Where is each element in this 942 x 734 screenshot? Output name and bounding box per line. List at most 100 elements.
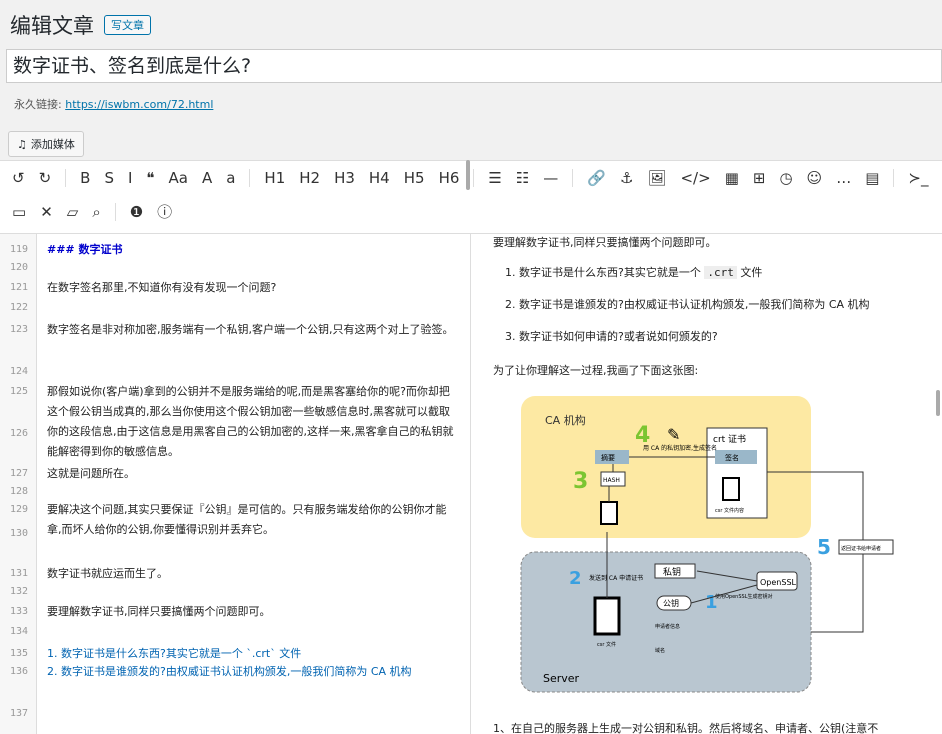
toolbar-button-4-icon[interactable]: ❶ [130,203,143,221]
ca-doc-icon [600,501,618,525]
toolbar-button-7-icon[interactable]: A [202,169,212,187]
toolbar-separator [249,169,251,187]
toolbar-button-28-icon[interactable]: ≻_ [908,169,928,187]
line-number: 121 [9,282,28,293]
editor-line[interactable]: 这就是问题所在。 [47,464,457,484]
toolbar-button-3-icon[interactable]: S [104,169,114,187]
preview-list-text: 文件 [736,266,763,279]
editor-line[interactable]: 要理解数字证书,同样只要搞懂两个问题即可。 [47,602,457,622]
editor-line[interactable]: 1. 数字证书是什么东西?其实它就是一个 `.crt` 文件 [47,644,457,664]
line-number: 137 [9,708,28,719]
send-csr-label: 发送到 CA 申请证书 [589,574,643,582]
toolbar-button-9-icon[interactable]: H1 [264,169,285,187]
certificate-diagram: CA 机构 crt 证书 签名 摘要 HASH 用 CA 的私钥加密,生成签名 … [520,396,894,693]
editor-line[interactable]: ### 数字证书 [47,240,457,260]
toolbar-button-1-icon[interactable]: ✕ [40,203,53,221]
toolbar-button-27-icon[interactable]: ▤ [865,169,879,187]
toolbar-button-1-icon[interactable]: ↻ [39,169,52,187]
preview-scrollbar[interactable] [936,390,940,416]
private-key-label: 私钥 [663,566,681,578]
editor-scrollbar[interactable] [466,160,470,190]
return-label: 返回证书给申请者 [841,545,881,552]
toolbar-button-20-icon[interactable]: 🖼 [647,169,666,187]
line-number: 122 [9,302,28,313]
editor-toolbar: ↺↻BSI❝AaAaH1H2H3H4H5H6☰☷—🔗⚓🖼</>▦⊞◷☺…▤≻_👁… [0,160,942,234]
digest-label: 摘要 [601,453,615,462]
new-post-button[interactable]: 写文章 [104,15,151,35]
page-header: 编辑文章 写文章 [10,10,151,40]
encrypt-note: 用 CA 的私钥加密,生成签名 [643,444,717,452]
toolbar-button-15-icon[interactable]: ☰ [488,169,501,187]
pen-icon: ✎ [667,425,680,444]
csr-content-label: csr 文件内容 [715,507,744,514]
line-number: 120 [9,262,28,273]
line-number: 132 [9,586,28,597]
preview-paragraph: 为了让你理解这一过程,我画了下面这张图: [493,364,699,377]
toolbar-button-6-icon[interactable]: Aa [169,169,188,187]
permalink-label: 永久链接: [14,98,62,111]
toolbar-button-5-icon[interactable]: ❝ [146,169,154,187]
toolbar-button-0-icon[interactable]: ▭ [12,203,26,221]
line-number-gutter: 119 120 121 122 123 124 125 126 127 128 129 130 131 1… [0,234,37,734]
toolbar-separator [572,169,574,187]
toolbar-button-13-icon[interactable]: H5 [404,169,425,187]
editor-line[interactable]: 2. 数字证书是谁颁发的?由权威证书认证机构颁发,一般我们简称为 CA 机构 [47,662,457,682]
toolbar-button-3-icon[interactable]: ⌕ [92,203,100,221]
toolbar-button-0-icon[interactable]: ↺ [12,169,25,187]
preview-list-item: 2. 数字证书是谁颁发的?由权威证书认证机构颁发,一般我们简称为 CA 机构 [505,296,870,312]
page-title: 编辑文章 [10,14,94,38]
line-number: 126 [9,428,28,439]
editor-line[interactable]: 要解决这个问题,其实只要保证『公钥』是可信的。只有服务端发给你的公钥你才能拿,而… [47,500,457,540]
toolbar-separator [65,169,67,187]
csr-doc-icon [722,477,740,501]
toolbar-button-11-icon[interactable]: H3 [334,169,355,187]
toolbar-button-19-icon[interactable]: ⚓ [620,169,633,187]
toolbar-button-26-icon[interactable]: … [836,169,851,187]
editor-line[interactable]: 数字签名是非对称加密,服务端有一个私钥,客户端一个公钥,只有这两个对上了验签。 [47,320,457,340]
line-number: 134 [9,626,28,637]
editor-line[interactable]: 在数字签名那里,不知道你有没有发现一个问题? [47,278,457,298]
toolbar-separator [473,169,475,187]
toolbar-button-4-icon[interactable]: I [128,169,132,187]
line-number: 135 [9,648,28,659]
step-2: 2 [569,568,582,589]
markdown-editor[interactable]: 119 120 121 122 123 124 125 126 127 128 129 130 131 1… [0,234,471,734]
toolbar-button-5-icon[interactable]: ⓘ [157,201,172,222]
preview-list-text: 2. 数字证书是谁颁发的?由权威证书认证机构颁发,一般我们简称为 CA 机构 [505,298,870,311]
toolbar-button-14-icon[interactable]: H6 [439,169,460,187]
step-5: 5 [817,535,831,559]
toolbar-button-23-icon[interactable]: ⊞ [753,169,766,187]
csr-file-label: csr 文件 [597,641,616,648]
crt-label: crt 证书 [713,434,746,445]
add-media-label: 添加媒体 [30,138,75,151]
toolbar-button-18-icon[interactable]: 🔗 [587,169,606,187]
line-number: 119 [9,244,28,255]
add-media-button[interactable]: ♫ 添加媒体 [8,131,84,157]
toolbar-button-25-icon[interactable]: ☺ [807,169,823,187]
media-icon: ♫ [17,137,27,151]
line-number: 125 [9,386,28,397]
line-number: 129 [9,504,28,515]
toolbar-button-21-icon[interactable]: </> [680,169,710,187]
toolbar-button-17-icon[interactable]: — [543,169,558,187]
openssl-label: OpenSSL [760,578,797,587]
line-number: 131 [9,568,28,579]
toolbar-button-8-icon[interactable]: a [226,169,235,187]
toolbar-button-10-icon[interactable]: H2 [299,169,320,187]
editor-line[interactable]: 那假如说你(客户端)拿到的公钥并不是服务端给的呢,而是黑客塞给你的呢?而你却把这… [47,382,457,462]
post-title-input[interactable]: 数字证书、签名到底是什么? [6,49,942,83]
preview-list-text: 3. 数字证书如何申请的?或者说如何颁发的? [505,330,718,343]
toolbar-button-24-icon[interactable]: ◷ [779,169,792,187]
toolbar-button-2-icon[interactable]: B [80,169,90,187]
permalink-link[interactable]: https://iswbm.com/72.html [65,98,213,111]
domain-label: 域名 [655,647,665,654]
toolbar-button-12-icon[interactable]: H4 [369,169,390,187]
editor-line[interactable]: 数字证书就应运而生了。 [47,564,457,584]
toolbar-separator [893,169,895,187]
toolbar-button-2-icon[interactable]: ▱ [67,203,79,221]
toolbar-button-16-icon[interactable]: ☷ [516,169,529,187]
step-3: 3 [573,469,588,494]
step-4: 4 [635,423,650,448]
toolbar-button-22-icon[interactable]: ▦ [725,169,739,187]
hash-label: HASH [603,477,620,484]
